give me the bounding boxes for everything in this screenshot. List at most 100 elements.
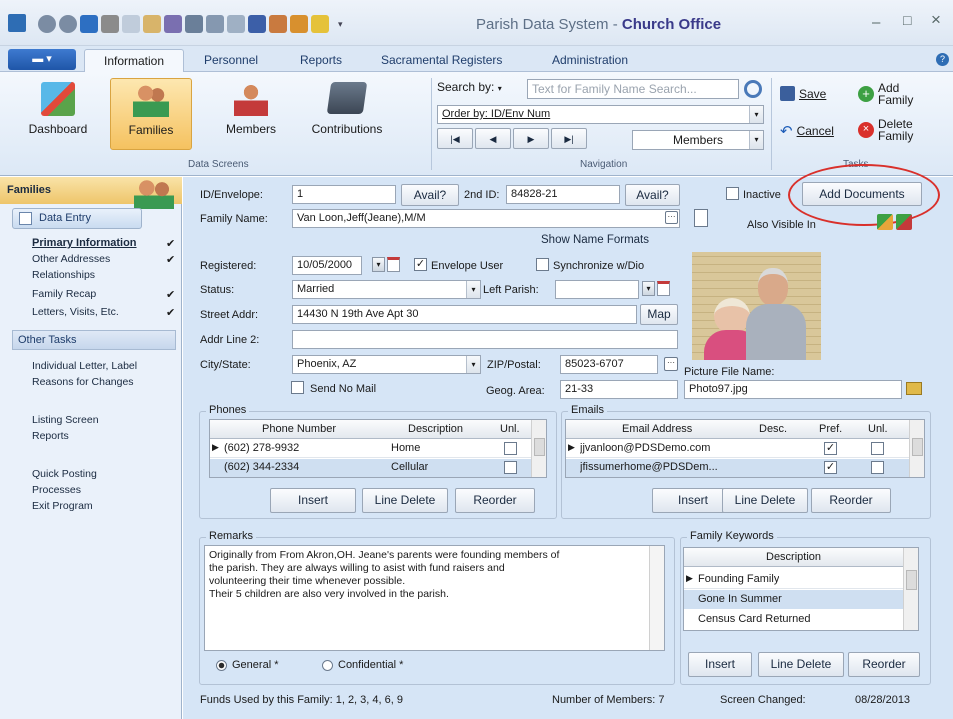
app-menu-button[interactable]: ▬ ▾ — [8, 49, 76, 70]
second-id-field[interactable]: 84828-21 — [506, 185, 620, 204]
paste-icon[interactable] — [143, 15, 161, 33]
order-by-select[interactable]: Order by: ID/Env Num ▾ — [437, 105, 764, 124]
email-pref-checkbox[interactable]: ✓ — [824, 442, 837, 455]
general-radio[interactable] — [216, 660, 227, 671]
copy-icon[interactable] — [122, 15, 140, 33]
nav-next-button[interactable]: ▶ — [513, 128, 549, 149]
tab-administration[interactable]: Administration — [552, 53, 628, 67]
folder-icon[interactable] — [906, 382, 922, 395]
remarks-textarea[interactable]: Originally from From Akron,OH. Jeane's p… — [204, 545, 665, 651]
registered-dropdown-icon[interactable]: ▾ — [372, 257, 385, 272]
task-exit-program[interactable]: Exit Program — [32, 500, 93, 512]
phone-description-cell[interactable]: Home — [391, 442, 420, 454]
back-icon[interactable] — [38, 15, 56, 33]
sidebar-item-letters-visits[interactable]: Letters, Visits, Etc. — [32, 306, 119, 318]
show-name-formats-link[interactable]: Show Name Formats — [541, 234, 649, 246]
phones-reorder-button[interactable]: Reorder — [455, 488, 535, 513]
family-search-input[interactable]: Text for Family Name Search... — [527, 79, 739, 99]
task-processes[interactable]: Processes — [32, 484, 81, 496]
email-pref-checkbox[interactable]: ✓ — [824, 461, 837, 474]
addr-line2-field[interactable] — [292, 330, 678, 349]
emails-scrollbar[interactable] — [909, 420, 924, 477]
task-individual-letter[interactable]: Individual Letter, Label — [32, 360, 137, 372]
users-icon[interactable] — [269, 15, 287, 33]
undo-icon[interactable] — [80, 15, 98, 33]
members-select[interactable]: Members ▾ — [632, 130, 764, 150]
also-visible-icon[interactable] — [877, 214, 893, 230]
phone-description-cell[interactable]: Cellular — [391, 461, 428, 473]
close-button[interactable]: × — [931, 10, 941, 30]
keyword-cell[interactable]: Founding Family — [698, 573, 779, 585]
ribbon-families[interactable]: Families — [110, 78, 192, 150]
phone-unl-checkbox[interactable] — [504, 442, 517, 455]
delete-family-button[interactable]: × Delete Family — [858, 118, 944, 142]
map-button[interactable]: Map — [640, 304, 678, 325]
print-icon[interactable] — [185, 15, 203, 33]
ribbon-contributions[interactable]: Contributions — [298, 78, 396, 150]
add-family-button[interactable]: + Add Family — [858, 82, 944, 106]
sidebar-item-primary-information[interactable]: Primary Information — [32, 237, 137, 249]
qat-dropdown-icon[interactable]: ▾ — [338, 19, 343, 30]
minimize-button[interactable]: – — [872, 14, 880, 31]
sidebar-data-entry[interactable]: Data Entry — [12, 208, 142, 229]
keywords-insert-button[interactable]: Insert — [688, 652, 752, 677]
ribbon-members[interactable]: Members — [210, 78, 292, 150]
app-icon[interactable] — [8, 14, 26, 32]
task-quick-posting[interactable]: Quick Posting — [32, 468, 97, 480]
phones-scroll-thumb[interactable] — [534, 438, 545, 456]
forward-icon[interactable] — [59, 15, 77, 33]
picture-file-field[interactable]: Photo97.jpg — [684, 380, 902, 399]
nav-prev-button[interactable]: ◀ — [475, 128, 511, 149]
city-state-select[interactable]: Phoenix, AZ ▾ — [292, 355, 481, 374]
registered-field[interactable]: 10/05/2000 — [292, 256, 362, 275]
tab-reports[interactable]: Reports — [300, 53, 342, 67]
status-select[interactable]: Married ▾ — [292, 280, 481, 299]
avail-id-button[interactable]: Avail? — [401, 184, 459, 206]
synchronize-checkbox[interactable] — [536, 258, 549, 271]
email-address-cell[interactable]: jfissumerhome@PDSDem... — [580, 461, 718, 473]
street-addr-field[interactable]: 14430 N 19th Ave Apt 30 — [292, 305, 637, 324]
left-parish-dropdown-icon[interactable]: ▾ — [642, 281, 655, 296]
save-button[interactable]: Save — [780, 86, 826, 101]
phones-insert-button[interactable]: Insert — [270, 488, 356, 513]
restore-button[interactable]: □ — [903, 12, 911, 28]
left-parish-field[interactable] — [555, 280, 639, 299]
sidebar-item-relationships[interactable]: Relationships — [32, 269, 95, 281]
spellcheck-icon[interactable] — [164, 15, 182, 33]
also-visible-icon-2[interactable] — [896, 214, 912, 230]
email-unl-checkbox[interactable] — [871, 461, 884, 474]
keyword-cell[interactable]: Census Card Returned — [698, 613, 811, 625]
keywords-scroll-thumb[interactable] — [906, 570, 917, 590]
geog-area-field[interactable]: 21-33 — [560, 380, 678, 399]
phone-number-cell[interactable]: (602) 278-9932 — [224, 442, 299, 454]
star-icon[interactable] — [311, 15, 329, 33]
nav-first-button[interactable]: |◀ — [437, 128, 473, 149]
search-icon[interactable] — [744, 80, 762, 98]
search-by-button[interactable]: Search by: ▾ — [437, 80, 502, 94]
zip-field[interactable]: 85023-6707 — [560, 355, 658, 374]
document-icon[interactable] — [694, 209, 708, 227]
cut-icon[interactable] — [101, 15, 119, 33]
ellipsis-icon[interactable]: ··· — [665, 211, 678, 224]
tab-sacramental-registers[interactable]: Sacramental Registers — [381, 53, 502, 67]
tab-personnel[interactable]: Personnel — [204, 53, 258, 67]
sidebar-item-other-addresses[interactable]: Other Addresses — [32, 253, 110, 265]
keywords-scrollbar[interactable] — [903, 548, 918, 630]
remarks-scrollbar[interactable] — [649, 546, 664, 650]
help-icon[interactable]: ? — [936, 53, 949, 66]
task-listing-screen[interactable]: Listing Screen — [32, 414, 99, 426]
send-no-mail-checkbox[interactable] — [291, 381, 304, 394]
left-parish-calendar-icon[interactable] — [657, 281, 670, 296]
confidential-radio[interactable] — [322, 660, 333, 671]
nav-last-button[interactable]: ▶| — [551, 128, 587, 149]
envelope-user-checkbox[interactable]: ✓ — [414, 258, 427, 271]
grid-icon[interactable] — [227, 15, 245, 33]
inactive-checkbox[interactable] — [726, 187, 739, 200]
sidebar-item-family-recap[interactable]: Family Recap — [32, 288, 96, 300]
emails-reorder-button[interactable]: Reorder — [811, 488, 891, 513]
bookmark-icon[interactable] — [248, 15, 266, 33]
task-reasons-for-changes[interactable]: Reasons for Changes — [32, 376, 134, 388]
calendar-icon[interactable] — [387, 257, 400, 272]
email-unl-checkbox[interactable] — [871, 442, 884, 455]
zip-ellipsis-icon[interactable]: ··· — [664, 357, 678, 371]
